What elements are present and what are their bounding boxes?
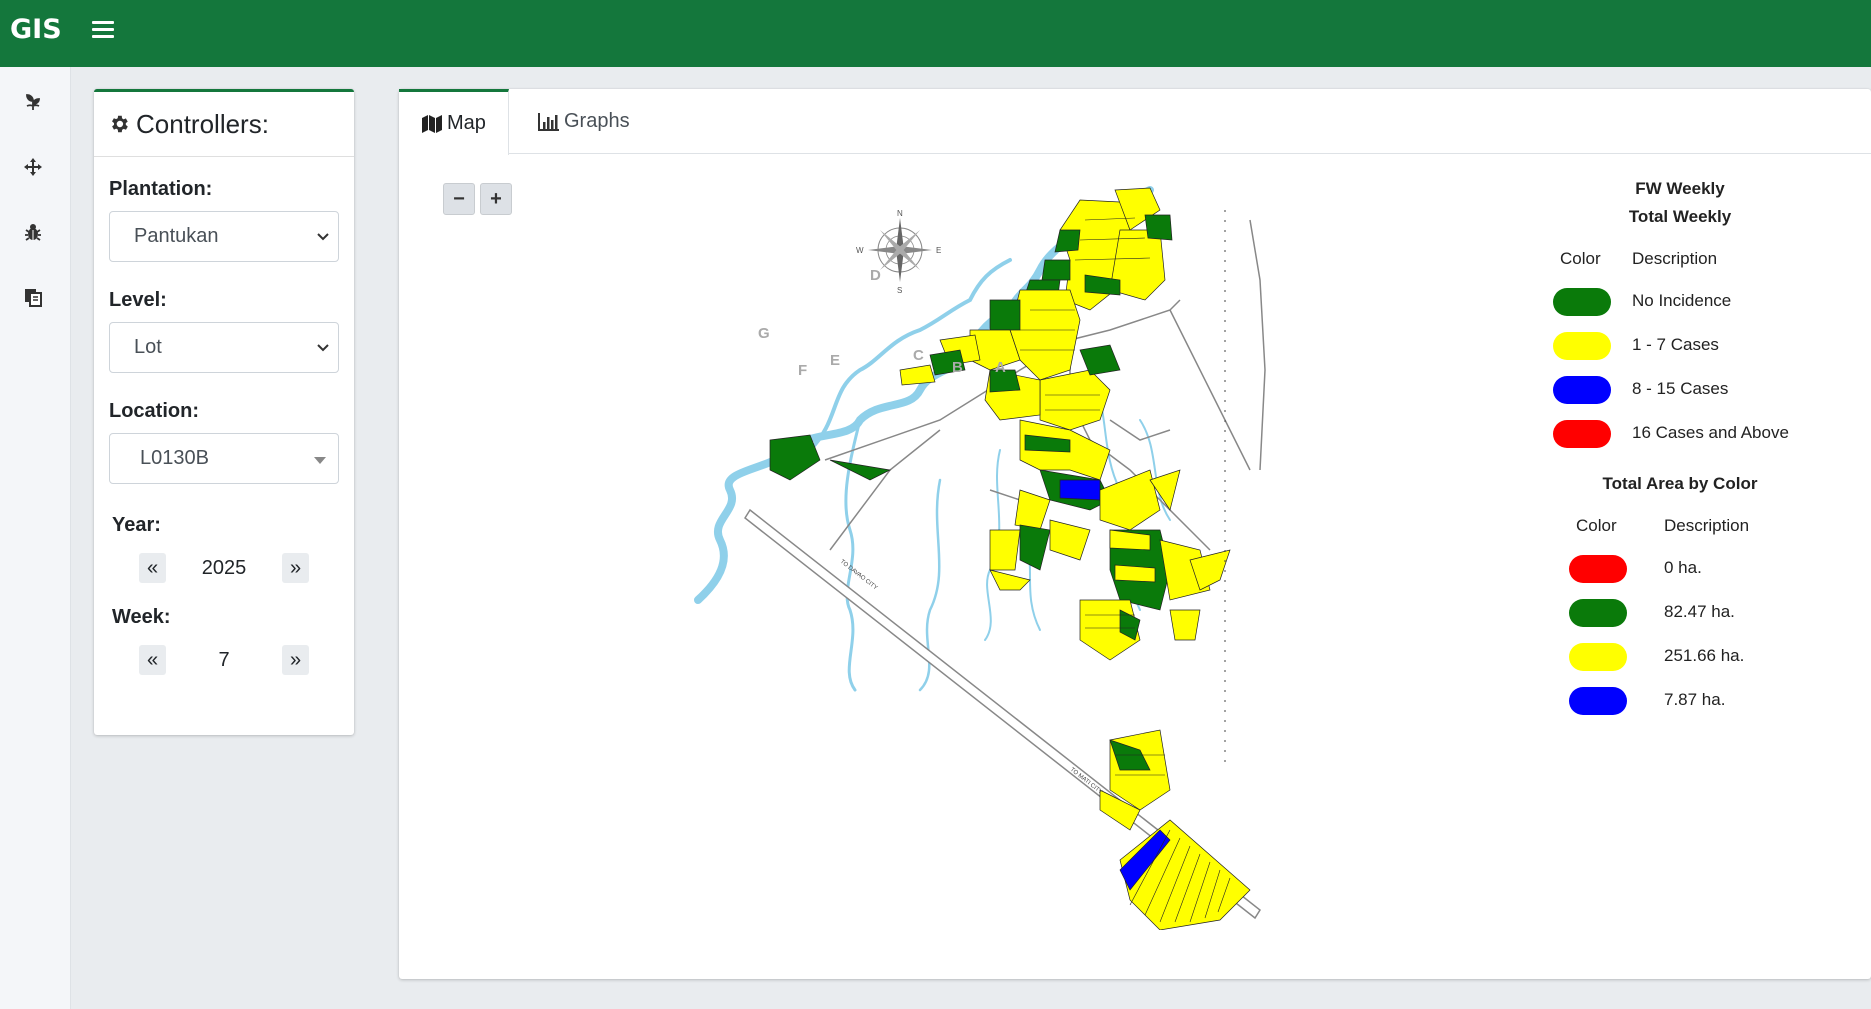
legend-swatch-green bbox=[1553, 288, 1611, 316]
legend-swatch-blue bbox=[1553, 376, 1611, 404]
legend-title-1: FW Weekly bbox=[1635, 179, 1725, 198]
area-swatch-blue bbox=[1569, 687, 1627, 715]
gear-icon bbox=[112, 115, 128, 133]
legend-desc-header: Description bbox=[1632, 249, 1718, 268]
year-label: Year: bbox=[112, 514, 161, 536]
year-next-button[interactable]: » bbox=[282, 553, 309, 583]
brand-logo[interactable]: GIS bbox=[10, 14, 62, 45]
caret-down-icon bbox=[314, 457, 326, 464]
week-value: 7 bbox=[218, 649, 230, 671]
level-value: Lot bbox=[134, 336, 162, 358]
chevron-down-icon bbox=[317, 233, 329, 241]
tab-graphs[interactable]: Graphs bbox=[516, 89, 652, 154]
block-letter-f: F bbox=[798, 362, 807, 379]
year-value: 2025 bbox=[201, 557, 247, 579]
tab-graphs-label: Graphs bbox=[564, 110, 630, 132]
compass-rose-icon: N S E W bbox=[856, 209, 941, 295]
block-letter-b: B bbox=[952, 359, 963, 376]
legend-label: 1 - 7 Cases bbox=[1632, 335, 1719, 354]
crosshair-icon[interactable] bbox=[18, 152, 48, 182]
controllers-card: Controllers: Plantation: Pantukan Level:… bbox=[94, 89, 354, 735]
location-value: L0130B bbox=[140, 447, 209, 469]
year-stepper: « 2025 » bbox=[139, 553, 309, 583]
road-label-mati: TO MATI CITY bbox=[1069, 767, 1104, 796]
bar-chart-icon bbox=[538, 112, 559, 131]
plant-icon[interactable] bbox=[18, 87, 48, 117]
area-label: 251.66 ha. bbox=[1664, 646, 1745, 665]
legend-swatch-yellow bbox=[1553, 332, 1611, 360]
area-label: 7.87 ha. bbox=[1664, 690, 1726, 709]
week-prev-button[interactable]: « bbox=[139, 645, 166, 675]
controllers-header: Controllers: bbox=[94, 92, 354, 157]
legend-label: No Incidence bbox=[1632, 291, 1732, 310]
area-desc-header: Description bbox=[1664, 516, 1750, 535]
location-select[interactable]: L0130B bbox=[109, 433, 339, 484]
level-label: Level: bbox=[109, 289, 167, 311]
legend-title-2: Total Weekly bbox=[1628, 207, 1732, 226]
area-legend-title: Total Area by Color bbox=[1602, 474, 1758, 493]
area-swatch-yellow bbox=[1569, 643, 1627, 671]
area-swatch-green bbox=[1569, 599, 1627, 627]
week-next-button[interactable]: » bbox=[282, 645, 309, 675]
level-select[interactable]: Lot bbox=[109, 322, 339, 373]
map-icon bbox=[422, 114, 442, 133]
legend-swatch-red bbox=[1553, 420, 1611, 448]
legend-label: 8 - 15 Cases bbox=[1632, 379, 1729, 398]
tab-map-label: Map bbox=[447, 112, 486, 134]
compass-e: E bbox=[936, 246, 941, 255]
legend-color-header: Color bbox=[1560, 249, 1601, 268]
block-letter-a: A bbox=[995, 359, 1006, 376]
legend-label: 16 Cases and Above bbox=[1632, 423, 1789, 442]
plantation-map[interactable]: A B C D E F G TO DAVAO CITY TO MATI CITY… bbox=[690, 170, 1290, 930]
sidebar bbox=[0, 67, 71, 1009]
plantation-select[interactable]: Pantukan bbox=[109, 211, 339, 262]
tab-bar: Map Graphs bbox=[399, 89, 1871, 155]
year-prev-button[interactable]: « bbox=[139, 553, 166, 583]
area-label: 0 ha. bbox=[1664, 558, 1702, 577]
menu-toggle-icon[interactable] bbox=[92, 20, 114, 38]
compass-s: S bbox=[897, 286, 902, 295]
area-color-header: Color bbox=[1576, 516, 1617, 535]
block-letter-e: E bbox=[830, 352, 840, 369]
zoom-in-button[interactable]: + bbox=[480, 183, 512, 215]
block-letter-d: D bbox=[870, 267, 881, 284]
map-legend: FW Weekly Total Weekly Color Description… bbox=[1530, 175, 1830, 735]
plantation-label: Plantation: bbox=[109, 178, 213, 200]
tab-map[interactable]: Map bbox=[399, 89, 509, 155]
reports-icon[interactable] bbox=[18, 282, 48, 312]
week-stepper: « 7 » bbox=[139, 645, 309, 675]
compass-w: W bbox=[856, 246, 864, 255]
location-label: Location: bbox=[109, 400, 199, 422]
chevron-down-icon bbox=[317, 344, 329, 352]
area-label: 82.47 ha. bbox=[1664, 602, 1735, 621]
area-swatch-red bbox=[1569, 555, 1627, 583]
bug-icon[interactable] bbox=[18, 217, 48, 247]
week-label: Week: bbox=[112, 606, 171, 628]
block-letter-g: G bbox=[758, 325, 770, 342]
top-navbar: GIS bbox=[0, 0, 1871, 67]
plantation-value: Pantukan bbox=[134, 225, 219, 247]
compass-n: N bbox=[897, 209, 903, 218]
block-letter-c: C bbox=[913, 347, 924, 364]
controllers-title: Controllers: bbox=[136, 108, 269, 139]
zoom-out-button[interactable]: − bbox=[443, 183, 475, 215]
